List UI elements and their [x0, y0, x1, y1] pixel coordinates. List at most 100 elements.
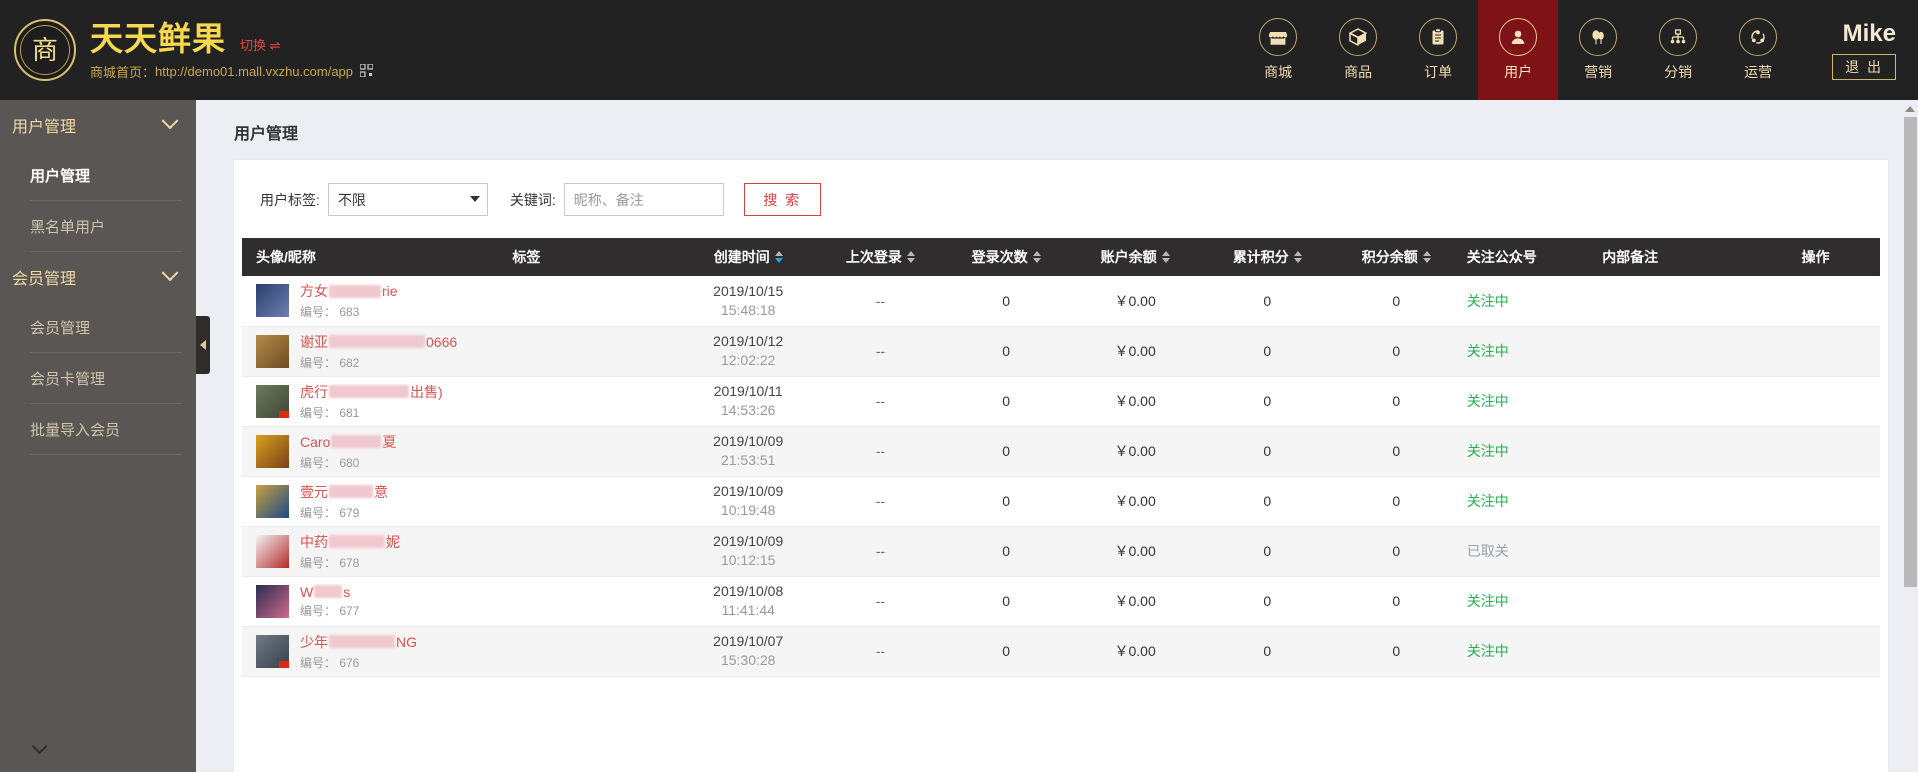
sitemap-icon [1659, 18, 1697, 56]
col-label: 头像/昵称 [256, 247, 316, 267]
cell-account-balance: ￥0.00 [1067, 476, 1202, 526]
user-nickname[interactable]: 少年NG [300, 632, 417, 652]
user-nickname[interactable]: 中药妮 [300, 532, 400, 552]
qr-code-icon[interactable] [360, 64, 373, 79]
user-nickname[interactable]: 虎行出售) [300, 382, 443, 402]
status-badge: 关注中 [1467, 343, 1509, 359]
cell-actions[interactable] [1751, 276, 1880, 326]
brand-text: 天天鲜果 切换 ⇌ 商城首页： http://demo01.mall.vxzhu… [90, 19, 373, 81]
col-create-time[interactable]: 创建时间 [681, 238, 816, 276]
brand-block: 商 天天鲜果 切换 ⇌ 商城首页： http://demo01.mall.vxz… [0, 0, 373, 100]
cell-login-count: 0 [945, 276, 1068, 326]
user-nickname[interactable]: 方女rie [300, 281, 398, 301]
sidebar-item-blacklist-users[interactable]: 黑名单用户 [30, 201, 182, 252]
user-nickname[interactable]: Caro夏 [300, 432, 396, 452]
sort-arrows-icon[interactable] [907, 251, 915, 263]
cell-create-time: 2019/10/1114:53:26 [681, 376, 816, 426]
nickname-prefix: 少年 [300, 632, 328, 652]
cell-actions[interactable] [1751, 526, 1880, 576]
nav-item-operations[interactable]: 运营 [1718, 0, 1798, 100]
avatar [256, 335, 289, 368]
shop-home-url[interactable]: http://demo01.mall.vxzhu.com/app [155, 64, 353, 79]
table-row[interactable]: 少年NG编号： 6762019/10/0715:30:28--0￥0.0000关… [242, 626, 1880, 676]
user-table-wrapper: 头像/昵称 标签 创建时间 [234, 238, 1888, 677]
user-tag-select[interactable]: 不限 [328, 183, 488, 216]
nav-item-goods[interactable]: 商品 [1318, 0, 1398, 100]
nickname-prefix: 谢亚 [300, 332, 328, 352]
status-badge: 关注中 [1467, 493, 1509, 509]
cell-actions[interactable] [1751, 426, 1880, 476]
table-row[interactable]: Caro夏编号： 6802019/10/0921:53:51--0￥0.0000… [242, 426, 1880, 476]
col-last-login[interactable]: 上次登录 [816, 238, 945, 276]
cell-last-login: -- [816, 426, 945, 476]
nav-item-marketing[interactable]: 营销 [1558, 0, 1638, 100]
sort-arrows-icon[interactable] [1423, 251, 1431, 263]
col-account-balance[interactable]: 账户余额 [1067, 238, 1202, 276]
table-row[interactable]: 壹元意编号： 6792019/10/0910:19:48--0￥0.0000关注… [242, 476, 1880, 526]
sidebar-item-member-management[interactable]: 会员管理 [30, 302, 182, 353]
create-time: 10:19:48 [687, 501, 810, 520]
nav-item-mall[interactable]: 商城 [1238, 0, 1318, 100]
sidebar-collapse-toggle[interactable] [196, 316, 210, 374]
cell-avatar-nickname: 虎行出售)编号： 681 [242, 376, 506, 426]
cell-login-count: 0 [945, 626, 1068, 676]
sidebar-item-member-card-management[interactable]: 会员卡管理 [30, 353, 182, 404]
cell-account-balance: ￥0.00 [1067, 426, 1202, 476]
sidebar-item-bulk-import-members[interactable]: 批量导入会员 [30, 404, 182, 455]
nickname-suffix: 出售) [410, 382, 443, 402]
sort-arrows-icon[interactable] [1162, 251, 1170, 263]
cell-login-count: 0 [945, 526, 1068, 576]
cell-actions[interactable] [1751, 626, 1880, 676]
cell-actions[interactable] [1751, 476, 1880, 526]
shop-logo-icon: 商 [14, 19, 76, 81]
create-date: 2019/10/11 [687, 382, 810, 401]
user-table: 头像/昵称 标签 创建时间 [242, 238, 1880, 677]
cell-actions[interactable] [1751, 576, 1880, 626]
sidebar-item-label: 用户管理 [30, 165, 90, 186]
nickname-prefix: 中药 [300, 532, 328, 552]
sort-arrows-icon[interactable] [1294, 251, 1302, 263]
keyword-input[interactable] [564, 183, 724, 216]
user-id: 编号： 678 [300, 554, 400, 571]
sidebar-group-user-management[interactable]: 用户管理 [0, 100, 196, 150]
cell-actions[interactable] [1751, 326, 1880, 376]
col-total-points[interactable]: 累计积分 [1203, 238, 1332, 276]
main-vertical-scrollbar[interactable] [1902, 100, 1918, 772]
nav-label-users: 用户 [1504, 62, 1532, 82]
col-login-count[interactable]: 登录次数 [945, 238, 1068, 276]
nickname-prefix: 壹元 [300, 482, 328, 502]
redacted-text [331, 435, 381, 448]
table-row[interactable]: 方女rie编号： 6832019/10/1515:48:18--0￥0.0000… [242, 276, 1880, 326]
nav-item-users[interactable]: 用户 [1478, 0, 1558, 100]
table-row[interactable]: Ws编号： 6772019/10/0811:41:44--0￥0.0000关注中 [242, 576, 1880, 626]
user-id: 编号： 683 [300, 303, 398, 320]
cell-actions[interactable] [1751, 376, 1880, 426]
nav-item-orders[interactable]: 订单 [1398, 0, 1478, 100]
user-nickname[interactable]: 谢亚0666 [300, 332, 457, 352]
user-nickname[interactable]: 壹元意 [300, 482, 388, 502]
sort-arrows-icon[interactable] [1033, 251, 1041, 263]
sidebar-scroll-down-icon[interactable] [32, 739, 48, 755]
sort-arrows-icon[interactable] [775, 251, 783, 263]
scrollbar-thumb[interactable] [1904, 117, 1917, 587]
sidebar-item-user-management[interactable]: 用户管理 [30, 150, 182, 201]
switch-shop-link[interactable]: 切换 ⇌ [240, 35, 281, 54]
nickname-suffix: 夏 [382, 432, 396, 452]
nav-item-distribution[interactable]: 分销 [1638, 0, 1718, 100]
cell-account-balance: ￥0.00 [1067, 276, 1202, 326]
col-points-balance[interactable]: 积分余额 [1332, 238, 1461, 276]
table-row[interactable]: 中药妮编号： 6782019/10/0910:12:15--0￥0.0000已取… [242, 526, 1880, 576]
cell-total-points: 0 [1203, 376, 1332, 426]
cell-total-points: 0 [1203, 426, 1332, 476]
table-row[interactable]: 虎行出售)编号： 6812019/10/1114:53:26--0￥0.0000… [242, 376, 1880, 426]
logout-button[interactable]: 退 出 [1832, 54, 1896, 80]
redacted-text [329, 485, 373, 498]
scroll-up-button[interactable] [1902, 100, 1918, 117]
status-badge: 关注中 [1467, 593, 1509, 609]
search-button[interactable]: 搜 索 [744, 183, 821, 216]
table-row[interactable]: 谢亚0666编号： 6822019/10/1212:02:22--0￥0.000… [242, 326, 1880, 376]
sidebar-item-label: 会员管理 [30, 317, 90, 338]
cell-create-time: 2019/10/1212:02:22 [681, 326, 816, 376]
user-nickname[interactable]: Ws [300, 584, 359, 600]
sidebar-group-member-management[interactable]: 会员管理 [0, 252, 196, 302]
